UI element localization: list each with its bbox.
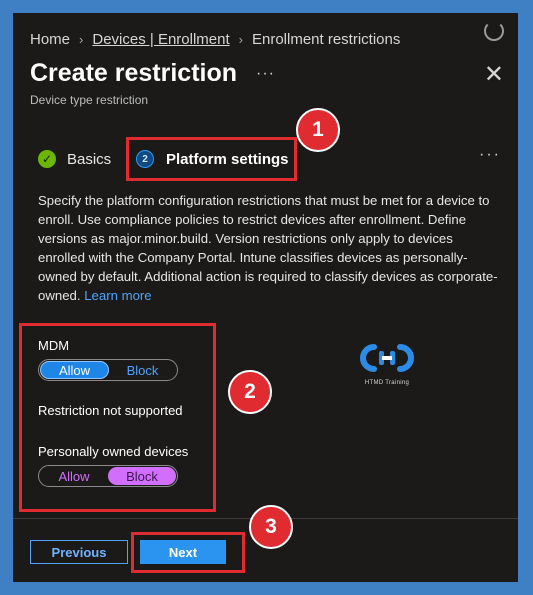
callout-badge-3: 3 (249, 505, 293, 549)
htmd-logo-text: HTMD Training (364, 380, 410, 386)
tab-basics-label: Basics (67, 150, 112, 168)
close-icon[interactable]: ✕ (484, 63, 504, 87)
tabs-more-icon[interactable]: ··· (479, 146, 501, 164)
previous-button[interactable]: Previous (30, 540, 128, 564)
page-subtitle: Device type restriction (30, 93, 149, 107)
tab-basics[interactable]: ✓ Basics (38, 150, 111, 168)
highlight-settings (19, 323, 216, 512)
description-text: Specify the platform configuration restr… (38, 191, 498, 305)
learn-more-link[interactable]: Learn more (84, 288, 151, 303)
checkmark-icon: ✓ (38, 150, 56, 168)
callout-badge-2: 2 (228, 370, 272, 414)
chevron-right-icon: › (79, 32, 84, 47)
htmd-logo-icon (360, 344, 414, 372)
breadcrumb-devices-enrollment[interactable]: Devices | Enrollment (92, 31, 229, 48)
highlight-platform-settings (126, 137, 297, 181)
highlight-next-button (131, 532, 245, 573)
more-options-icon[interactable]: ··· (256, 65, 275, 83)
page-title: Create restriction (30, 59, 238, 87)
breadcrumb: Home › Devices | Enrollment › Enrollment… (30, 31, 400, 48)
breadcrumb-current: Enrollment restrictions (251, 31, 401, 48)
htmd-logo: HTMD Training (356, 343, 418, 386)
description-body: Specify the platform configuration restr… (38, 193, 498, 303)
chevron-right-icon: › (238, 32, 243, 47)
refresh-icon (484, 21, 504, 41)
callout-badge-1: 1 (296, 108, 340, 152)
breadcrumb-home[interactable]: Home (30, 31, 70, 48)
